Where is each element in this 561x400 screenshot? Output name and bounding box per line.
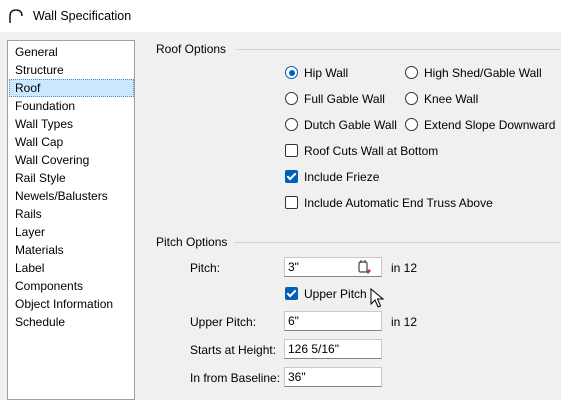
extend-slope-downward-label: Extend Slope Downward [424,118,556,132]
pitch-input[interactable]: 3" [284,257,382,277]
pitch-unit: in 12 [391,261,418,275]
sidebar-item-object-information[interactable]: Object Information [9,295,134,313]
dutch-gable-wall-label: Dutch Gable Wall [304,118,397,132]
upper-pitch-check-label: Upper Pitch [304,287,367,301]
radio-indicator [285,118,298,131]
pitch-options-label: Pitch Options [156,235,228,249]
sidebar-item-label[interactable]: Label [9,259,134,277]
mouse-cursor-icon [370,288,385,308]
sidebar-item-components[interactable]: Components [9,277,134,295]
pitch-value: 3" [288,260,299,274]
sidebar-item-materials[interactable]: Materials [9,241,134,259]
sidebar-item-schedule[interactable]: Schedule [9,313,134,331]
window-title: Wall Specification [33,9,132,23]
high-shed-gable-wall-label: High Shed/Gable Wall [424,66,542,80]
upper-pitch-value: 6" [288,314,299,328]
hip-wall-label: Hip Wall [304,66,349,80]
in-from-baseline-value: 36" [288,370,306,384]
sidebar-item-rails[interactable]: Rails [9,205,134,223]
radio-indicator [405,118,418,131]
sidebar-item-layer[interactable]: Layer [9,223,134,241]
title-bar: Wall Specification [0,0,561,32]
include-end-truss-label: Include Automatic End Truss Above [304,196,493,210]
include-frieze-label: Include Frieze [304,170,380,184]
full-gable-wall-label: Full Gable Wall [304,92,385,106]
calculator-edit-icon[interactable] [357,259,373,275]
sidebar-item-foundation[interactable]: Foundation [9,97,134,115]
in-from-baseline-input[interactable]: 36" [284,367,382,387]
sidebar-item-wall-types[interactable]: Wall Types [9,115,134,133]
starts-at-height-input[interactable]: 126 5/16" [284,339,382,359]
starts-at-height-value: 126 5/16" [288,342,339,356]
radio-indicator [405,66,418,79]
in-from-baseline-label: In from Baseline: [190,371,281,385]
sidebar-item-roof[interactable]: Roof [9,79,134,97]
checkbox-indicator [285,144,298,157]
sidebar-item-structure[interactable]: Structure [9,61,134,79]
upper-pitch-label: Upper Pitch: [190,315,257,329]
sidebar-item-wall-cap[interactable]: Wall Cap [9,133,134,151]
roof-options-divider [236,49,561,50]
sidebar-item-wall-covering[interactable]: Wall Covering [9,151,134,169]
knee-wall-label: Knee Wall [424,92,479,106]
starts-at-height-label: Starts at Height: [190,343,277,357]
checkbox-indicator [285,287,298,300]
roof-cuts-wall-label: Roof Cuts Wall at Bottom [304,144,439,158]
pitch-options-divider [234,242,561,243]
radio-indicator [285,66,298,79]
sidebar: General Structure Roof Foundation Wall T… [7,40,135,400]
roof-options-label: Roof Options [156,42,227,56]
sidebar-item-general[interactable]: General [9,43,134,61]
checkbox-indicator [285,170,298,183]
sidebar-item-rail-style[interactable]: Rail Style [9,169,134,187]
radio-indicator [405,92,418,105]
radio-indicator [285,92,298,105]
app-icon [9,9,23,23]
sidebar-item-newels-balusters[interactable]: Newels/Balusters [9,187,134,205]
upper-pitch-input[interactable]: 6" [284,311,382,331]
pitch-label: Pitch: [190,261,221,275]
checkbox-indicator [285,196,298,209]
upper-pitch-unit: in 12 [391,315,418,329]
